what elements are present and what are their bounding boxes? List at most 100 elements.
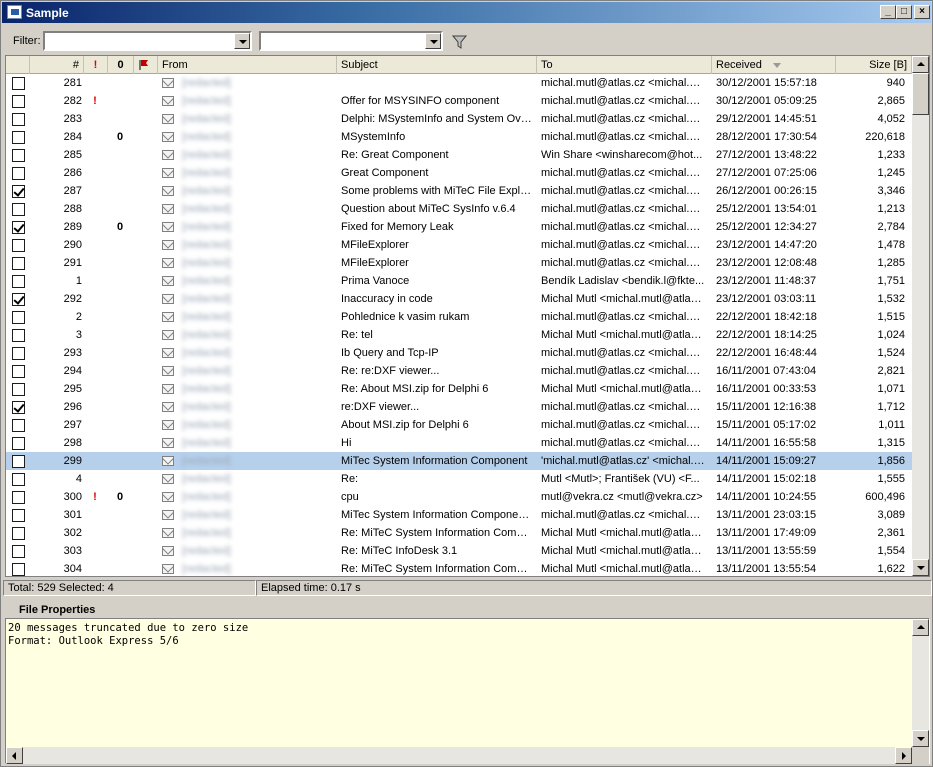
table-row[interactable]: 287 [redacted] Some problems with MiTeC Fi…: [6, 182, 912, 200]
table-row[interactable]: 1 [redacted] Prima Vanoce Bendík Ladislav <…: [6, 272, 912, 290]
checkbox-icon[interactable]: [12, 437, 25, 450]
header-check[interactable]: [6, 56, 30, 74]
table-row[interactable]: 281 [redacted] michal.mutl@atlas.cz <micha…: [6, 74, 912, 92]
checkbox-icon[interactable]: [12, 509, 25, 522]
checkbox-icon[interactable]: [12, 185, 25, 198]
chevron-down-icon[interactable]: [234, 33, 250, 49]
table-row[interactable]: 288 [redacted] Question about MiTeC SysInf…: [6, 200, 912, 218]
checkbox-icon[interactable]: [12, 257, 25, 270]
table-row[interactable]: 2 [redacted] Pohlednice k vasim rukam micha…: [6, 308, 912, 326]
scroll-left-button[interactable]: [6, 747, 23, 764]
checkbox-icon[interactable]: [12, 167, 25, 180]
checkbox-icon[interactable]: [12, 149, 25, 162]
title-bar[interactable]: Sample _ □ ×: [2, 2, 931, 23]
properties-panel[interactable]: 20 messages truncated due to zero size F…: [5, 618, 930, 764]
checkbox-icon[interactable]: [12, 383, 25, 396]
header-num[interactable]: #: [30, 56, 84, 74]
checkbox-icon[interactable]: [12, 347, 25, 360]
scroll-right-button[interactable]: [895, 747, 912, 764]
paperclip-icon[interactable]: 0: [108, 56, 134, 74]
checkbox-icon[interactable]: [12, 113, 25, 126]
minimize-button[interactable]: _: [880, 5, 896, 19]
message-size: 1,245: [877, 167, 905, 179]
checkbox-icon[interactable]: [12, 473, 25, 486]
checkbox-icon[interactable]: [12, 527, 25, 540]
scroll-up-button[interactable]: [912, 619, 929, 636]
chevron-down-icon[interactable]: [425, 33, 441, 49]
table-row[interactable]: 303 [redacted] Re: MiTeC InfoDesk 3.1 Micha…: [6, 542, 912, 560]
checkbox-icon[interactable]: [12, 491, 25, 504]
message-size: 1,555: [877, 473, 905, 485]
table-row[interactable]: 284 0 [redacted] MSystemInfo michal.mutl@atl…: [6, 128, 912, 146]
table-row[interactable]: 294 [redacted] Re: re:DXF viewer... michal.…: [6, 362, 912, 380]
table-row[interactable]: 3 [redacted] Re: tel Michal Mutl <michal.mu…: [6, 326, 912, 344]
properties-vertical-scrollbar[interactable]: [912, 619, 929, 747]
status-bar: Total: 529 Selected: 4 Elapsed time: 0.1…: [1, 579, 932, 597]
status-elapsed: Elapsed time: 0.17 s: [256, 580, 932, 596]
table-row[interactable]: 285 [redacted] Re: Great Component Win Shar…: [6, 146, 912, 164]
scroll-down-button[interactable]: [912, 559, 929, 576]
header-to[interactable]: To: [537, 56, 712, 74]
grid-vertical-scrollbar[interactable]: [912, 56, 929, 576]
checkbox-icon[interactable]: [12, 401, 25, 414]
checkbox-icon[interactable]: [12, 455, 25, 468]
table-row[interactable]: 282! [redacted] Offer for MSYSINFO compone…: [6, 92, 912, 110]
table-row[interactable]: 301 [redacted] MiTec System Information Co…: [6, 506, 912, 524]
checkbox-icon[interactable]: [12, 221, 25, 234]
checkbox-icon[interactable]: [12, 329, 25, 342]
table-row[interactable]: 292 [redacted] Inaccuracy in code Michal Mu…: [6, 290, 912, 308]
table-row[interactable]: 300! 0 [redacted] cpu mutl@vekra.cz <mutl@ve…: [6, 488, 912, 506]
checkbox-icon[interactable]: [12, 95, 25, 108]
close-button[interactable]: ×: [914, 5, 930, 19]
table-row[interactable]: 4 [redacted] Re: Mutl <Mutl>; František (VU…: [6, 470, 912, 488]
table-row[interactable]: 291 [redacted] MFileExplorer michal.mutl@at…: [6, 254, 912, 272]
checkbox-icon[interactable]: [12, 77, 25, 90]
message-number: 300: [63, 491, 82, 503]
header-received[interactable]: Received: [712, 56, 836, 74]
table-row[interactable]: 295 [redacted] Re: About MSI.zip for Delph…: [6, 380, 912, 398]
message-received: 16/11/2001 00:33:53: [716, 383, 817, 395]
header-from[interactable]: From: [158, 56, 337, 74]
checkbox-icon[interactable]: [12, 275, 25, 288]
size-grip[interactable]: [912, 747, 929, 764]
checkbox-icon[interactable]: [12, 419, 25, 432]
table-row[interactable]: 289 0 [redacted] Fixed for Memory Leak micha…: [6, 218, 912, 236]
table-row[interactable]: 304 [redacted] Re: MiTeC System Informatio…: [6, 560, 912, 576]
scroll-down-button[interactable]: [912, 730, 929, 747]
table-row[interactable]: 290 [redacted] MFileExplorer michal.mutl@at…: [6, 236, 912, 254]
header-importance[interactable]: !: [84, 56, 108, 74]
checkbox-icon[interactable]: [12, 365, 25, 378]
checkbox-icon[interactable]: [12, 131, 25, 144]
message-subject: About MSI.zip for Delphi 6: [341, 419, 469, 431]
message-grid[interactable]: # ! 0 From Subject To Received Size [B] …: [5, 55, 930, 577]
funnel-icon[interactable]: [452, 34, 468, 50]
filter-field-combo[interactable]: [43, 31, 252, 51]
table-row[interactable]: 293 [redacted] Ib Query and Tcp-IP michal.m…: [6, 344, 912, 362]
filter-value-combo[interactable]: [259, 31, 443, 51]
message-from: [redacted]: [182, 455, 231, 467]
scroll-up-button[interactable]: [912, 56, 929, 73]
checkbox-icon[interactable]: [12, 563, 25, 576]
checkbox-icon[interactable]: [12, 293, 25, 306]
maximize-button[interactable]: □: [896, 5, 912, 19]
table-row[interactable]: 283 [redacted] Delphi: MSystemInfo and Sys…: [6, 110, 912, 128]
message-size: 1,315: [877, 437, 905, 449]
header-size[interactable]: Size [B]: [836, 56, 912, 74]
scroll-thumb[interactable]: [912, 73, 929, 115]
flag-icon[interactable]: [134, 56, 158, 74]
message-subject: Great Component: [341, 167, 429, 179]
table-row[interactable]: 297 [redacted] About MSI.zip for Delphi 6 m…: [6, 416, 912, 434]
table-row[interactable]: 299 [redacted] MiTec System Information Co…: [6, 452, 912, 470]
properties-horizontal-scrollbar[interactable]: [6, 747, 912, 764]
header-subject[interactable]: Subject: [337, 56, 537, 74]
table-row[interactable]: 298 [redacted] Hi michal.mutl@atlas.cz <mic…: [6, 434, 912, 452]
message-received: 15/11/2001 05:17:02: [716, 419, 817, 431]
checkbox-icon[interactable]: [12, 545, 25, 558]
table-row[interactable]: 302 [redacted] Re: MiTeC System Informatio…: [6, 524, 912, 542]
checkbox-icon[interactable]: [12, 239, 25, 252]
table-row[interactable]: 286 [redacted] Great Component michal.mutl@…: [6, 164, 912, 182]
checkbox-icon[interactable]: [12, 311, 25, 324]
table-row[interactable]: 296 [redacted] re:DXF viewer... michal.mutl…: [6, 398, 912, 416]
checkbox-icon[interactable]: [12, 203, 25, 216]
message-number: 298: [63, 437, 82, 449]
